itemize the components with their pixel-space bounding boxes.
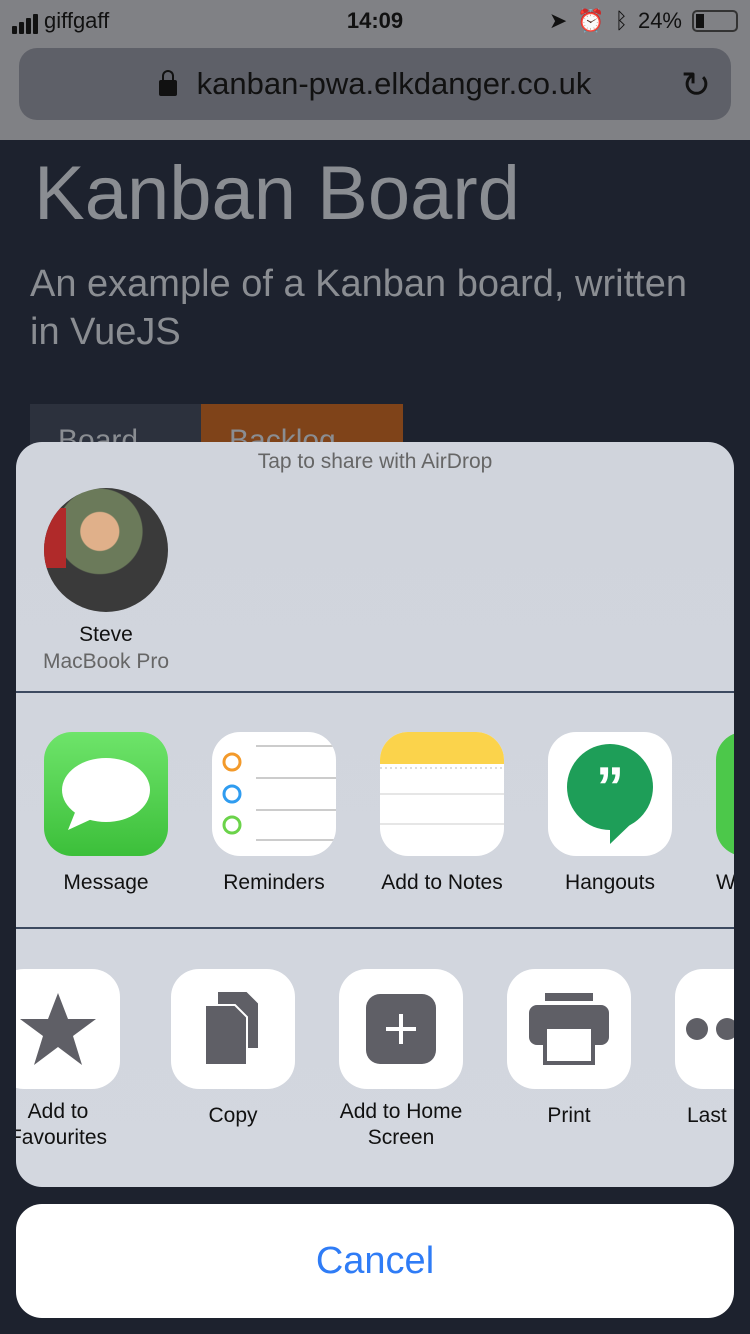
print-icon [507,969,631,1089]
avatar [44,488,168,612]
action-add-home-screen[interactable]: Add to Home Screen [339,969,463,1151]
airdrop-hint: Tap to share with AirDrop [257,450,493,473]
more-icon [675,969,734,1089]
app-label: Add to Notes [381,871,503,894]
browser-chrome: giffgaff 14:09 ➤ ⏰ ᛒ 24% kanban-pwa.elkdang… [0,0,750,140]
app-label: Message [63,871,149,894]
app-icon [716,732,734,856]
action-label: Last [687,1104,727,1127]
app-label: Hangouts [565,871,655,894]
page-subtitle: An example of a Kanban board, written in… [30,263,687,353]
add-icon [339,969,463,1089]
share-app-message[interactable]: Message [44,732,168,896]
bluetooth-icon: ᛒ [614,8,628,33]
action-copy[interactable]: Copy [171,969,295,1129]
divider [16,927,734,929]
star-icon [16,969,120,1089]
lock-icon [158,70,177,96]
cancel-button[interactable]: Cancel [16,1204,734,1318]
action-print[interactable]: Print [507,969,631,1129]
hangouts-icon: ” [548,732,672,856]
status-bar: giffgaff 14:09 ➤ ⏰ ᛒ 24% [0,6,750,36]
copy-icon [171,969,295,1089]
share-sheet: Tap to share with AirDrop Steve MacBook … [16,442,734,1187]
page-title: Kanban Board [34,151,520,236]
location-icon: ➤ [548,8,568,33]
action-label: Copy [208,1104,258,1127]
address-bar[interactable]: kanban-pwa.elkdanger.co.uk ↻ [19,48,731,120]
battery-percent: 24% [637,8,682,33]
reload-icon[interactable]: ↻ [681,64,711,106]
action-label: Add to Favourites [16,1100,108,1149]
svg-text:”: ” [596,755,624,818]
app-label: W [716,871,734,894]
share-app-notes[interactable]: Add to Notes [380,732,504,896]
messages-icon [44,732,168,856]
person-name: Steve [79,623,133,646]
action-label: Print [547,1104,591,1127]
share-app-more[interactable]: W [716,732,734,896]
alarm-icon: ⏰ [577,8,605,33]
battery-icon [692,10,738,32]
person-device: MacBook Pro [42,650,170,673]
share-app-reminders[interactable]: Reminders [212,732,336,896]
app-label: Reminders [223,871,325,894]
action-label: Add to Home Screen [339,1100,463,1149]
divider [16,691,734,693]
share-app-hangouts[interactable]: ” Hangouts [548,732,672,896]
action-add-favourites[interactable]: Add to Favourites [16,969,120,1151]
notes-icon [380,732,504,856]
action-more[interactable]: Last [675,969,734,1129]
url-text: kanban-pwa.elkdanger.co.uk [196,66,592,101]
reminders-icon [212,732,336,856]
